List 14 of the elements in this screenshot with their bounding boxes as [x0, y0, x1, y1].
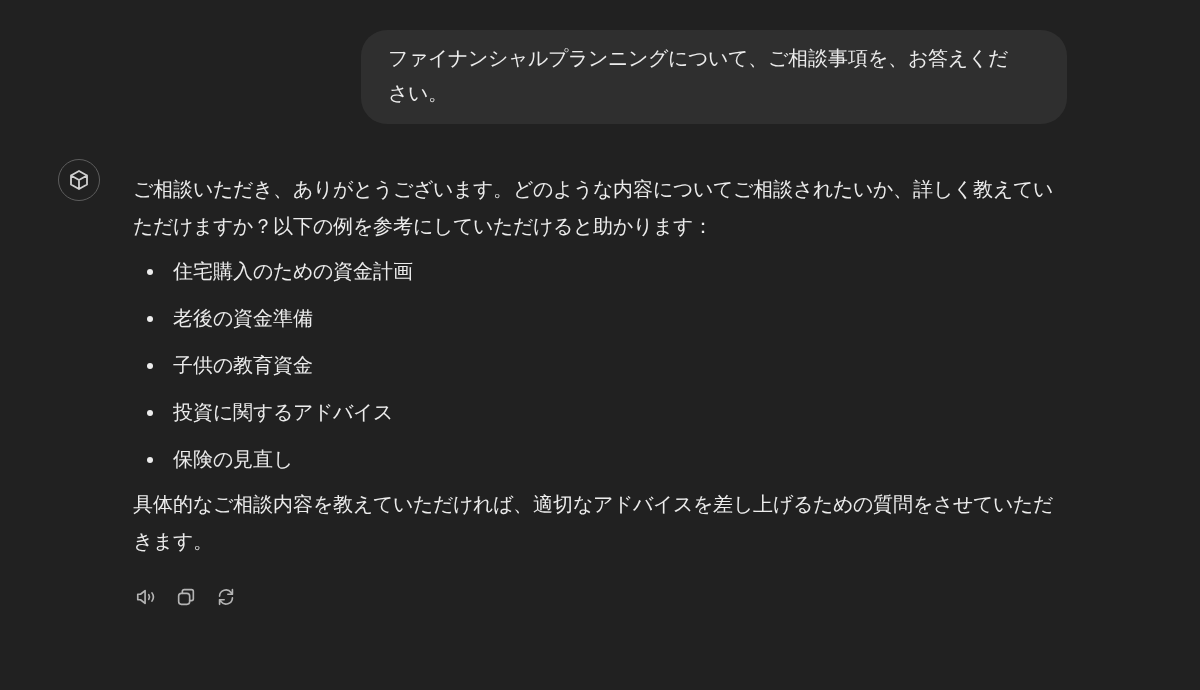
response-paragraph: 具体的なご相談内容を教えていただければ、適切なアドバイスを差し上げるための質問をさせていただきます。 — [133, 491, 1054, 555]
bullet-icon — [147, 362, 153, 369]
list-item: 住宅購入のための資金計画 — [173, 258, 413, 285]
bullet-icon — [147, 315, 153, 322]
response-paragraph: ご相談いただき、ありがとうございます。どのような内容についてご相談されたいか、詳しく教えていただけますか？以下の例を参考にしていただけると助かります： — [133, 176, 1054, 240]
list-item: 保険の見直し — [173, 446, 293, 473]
user-message: ファイナンシャルプランニングについて、ご相談事項を、お答えください。 — [361, 30, 1067, 124]
list-item: 投資に関するアドバイス — [173, 399, 393, 426]
list-item: 子供の教育資金 — [173, 352, 313, 379]
copy-icon[interactable] — [175, 586, 197, 608]
bullet-icon — [147, 409, 153, 416]
bullet-icon — [147, 268, 153, 275]
bullet-icon — [147, 456, 153, 463]
list-item: 老後の資金準備 — [173, 305, 313, 332]
